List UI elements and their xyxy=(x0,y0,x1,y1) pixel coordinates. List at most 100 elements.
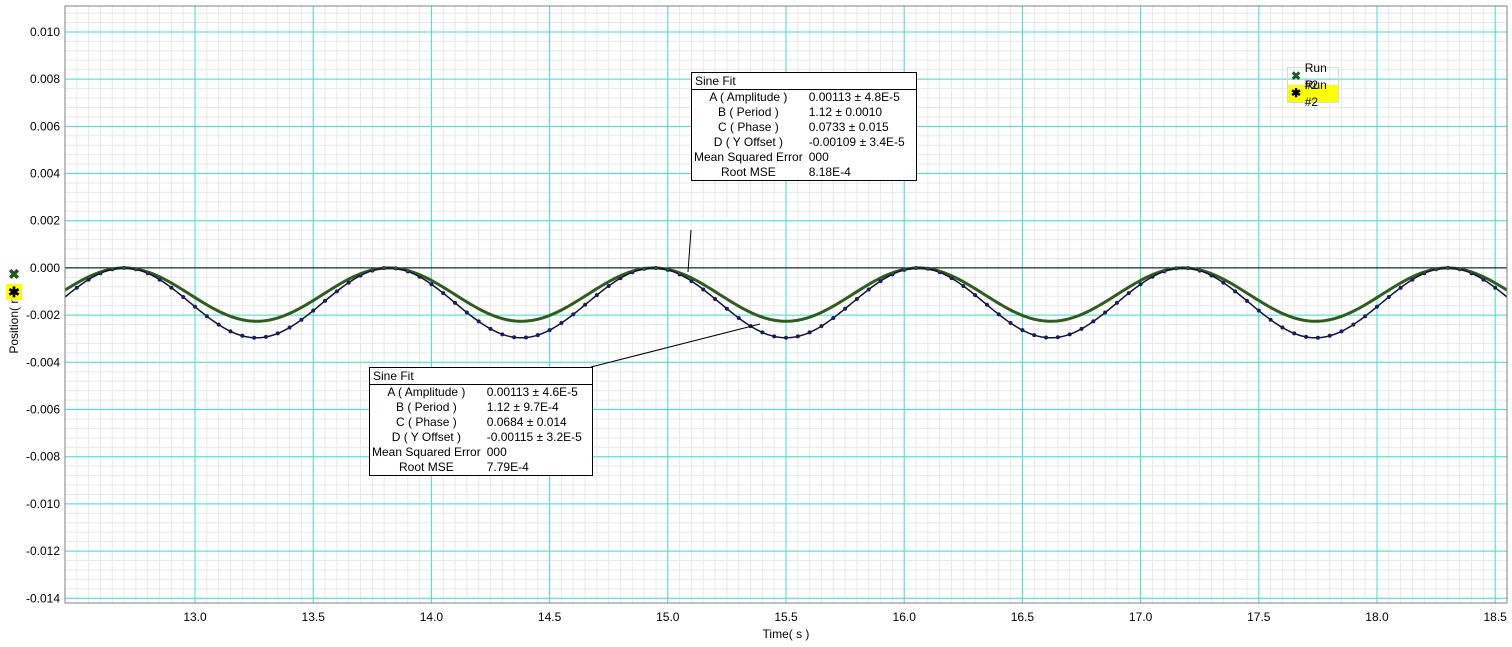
data-point xyxy=(252,319,256,323)
data-point xyxy=(1493,281,1497,285)
y-tick-label: -0.012 xyxy=(26,544,60,558)
y-tick-label: 0.008 xyxy=(30,72,60,86)
data-point xyxy=(1056,319,1060,323)
data-point xyxy=(583,302,588,307)
data-point xyxy=(831,316,836,321)
data-point xyxy=(465,300,469,304)
legend-item[interactable]: ✱ Run #2 xyxy=(1288,78,1338,109)
data-point xyxy=(560,308,563,312)
data-point xyxy=(323,291,327,295)
y-tick-label: 0.010 xyxy=(30,25,60,39)
data-point xyxy=(973,293,978,298)
data-point xyxy=(642,267,646,270)
data-point xyxy=(902,268,906,271)
data-point xyxy=(879,276,882,280)
data-point xyxy=(1067,332,1072,337)
data-point xyxy=(1399,281,1403,285)
fit-params-table: A ( Amplitude ) 0.00113 ± 4.8E-5 B ( Peri… xyxy=(692,90,909,180)
fit-row: Mean Squared Error 000 xyxy=(692,150,909,165)
data-point xyxy=(890,271,894,275)
data-point xyxy=(1126,291,1131,296)
data-point xyxy=(1280,325,1285,330)
x-tick-label: 18.0 xyxy=(1365,610,1389,624)
fit-row: Mean Squared Error 000 xyxy=(370,445,586,460)
x-axis-title: Time( s ) xyxy=(763,627,810,641)
data-point xyxy=(760,315,764,319)
data-point xyxy=(1079,326,1084,331)
data-point xyxy=(725,297,729,301)
data-point xyxy=(430,279,433,282)
data-point xyxy=(394,266,398,270)
data-point xyxy=(606,283,611,288)
x-tick-label: 16.5 xyxy=(1011,610,1035,624)
fit-row: D ( Y Offset ) -0.00109 ± 3.4E-5 xyxy=(692,135,909,150)
y-tick-label: -0.002 xyxy=(26,308,60,322)
data-point xyxy=(1375,296,1379,299)
x-tick-label: 14.5 xyxy=(538,610,562,624)
sine-fit-box-upper[interactable]: Sine Fit A ( Amplitude ) 0.00113 ± 4.8E-5… xyxy=(691,72,917,181)
leader-line xyxy=(590,323,761,368)
data-point xyxy=(1233,284,1237,288)
data-point xyxy=(1316,319,1320,323)
data-point xyxy=(820,310,823,314)
param-name: Mean Squared Error xyxy=(694,150,803,164)
data-point xyxy=(217,309,221,313)
data-point xyxy=(1127,285,1131,289)
data-point xyxy=(784,319,788,323)
data-point xyxy=(843,297,847,301)
data-point xyxy=(1008,321,1013,326)
sine-fit-box-lower[interactable]: Sine Fit A ( Amplitude ) 0.00113 ± 4.6E-5… xyxy=(369,367,593,476)
x-tick-label: 13.0 xyxy=(183,610,207,624)
data-point xyxy=(1221,277,1225,281)
fit-box-title: Sine Fit xyxy=(692,73,916,90)
data-point xyxy=(181,288,185,292)
data-point xyxy=(938,269,942,273)
legend[interactable]: ✖ Run #2 ✱ Run #2 xyxy=(1287,61,1339,109)
data-point xyxy=(75,281,79,285)
data-point xyxy=(1020,328,1025,333)
data-point xyxy=(854,296,859,301)
x-marker-icon: ✖ xyxy=(1291,69,1302,83)
data-point xyxy=(1339,329,1344,334)
data-point xyxy=(1162,269,1166,272)
data-point xyxy=(1363,314,1368,319)
data-point xyxy=(914,266,918,270)
data-point xyxy=(1269,306,1273,309)
fit-row: Root MSE 7.79E-4 xyxy=(370,460,586,475)
data-point xyxy=(347,277,351,281)
data-point xyxy=(240,333,245,338)
data-point xyxy=(464,310,469,315)
data-point xyxy=(1304,319,1308,322)
data-point xyxy=(264,319,268,322)
fit-row: B ( Period ) 1.12 ± 9.7E-4 xyxy=(370,400,586,415)
data-point xyxy=(1198,268,1202,272)
data-point xyxy=(1080,313,1083,316)
x-tick-labels: 13.0 13.5 14.0 14.5 15.0 15.5 16.0 16.5 17.0 17.5… xyxy=(183,610,1507,624)
data-point xyxy=(594,293,599,298)
data-point xyxy=(453,300,458,305)
data-point xyxy=(74,285,79,290)
param-value: 0.0733 ± 0.015 xyxy=(808,120,889,134)
data-point xyxy=(1020,314,1024,317)
data-point xyxy=(926,267,930,270)
data-point xyxy=(595,287,599,291)
x-marker-icon[interactable]: ✖ xyxy=(6,266,22,282)
data-point xyxy=(559,321,564,326)
data-point xyxy=(1481,275,1485,279)
data-point xyxy=(772,334,777,339)
data-point xyxy=(760,330,765,335)
data-point xyxy=(122,266,126,270)
param-value: 000 xyxy=(808,150,829,164)
data-point xyxy=(1327,333,1332,338)
fit-row: D ( Y Offset ) -0.00115 ± 3.2E-5 xyxy=(370,430,586,445)
x-tick-label: 13.5 xyxy=(302,610,326,624)
data-point xyxy=(1458,267,1462,271)
data-point xyxy=(311,299,315,302)
y-tick-label: 0.002 xyxy=(30,214,60,228)
data-point xyxy=(1398,285,1403,290)
data-point xyxy=(204,314,209,319)
data-point xyxy=(146,270,150,274)
asterisk-marker-icon[interactable]: ✱ xyxy=(6,284,22,300)
y-tick-label: -0.004 xyxy=(26,355,60,369)
data-point xyxy=(229,314,232,318)
